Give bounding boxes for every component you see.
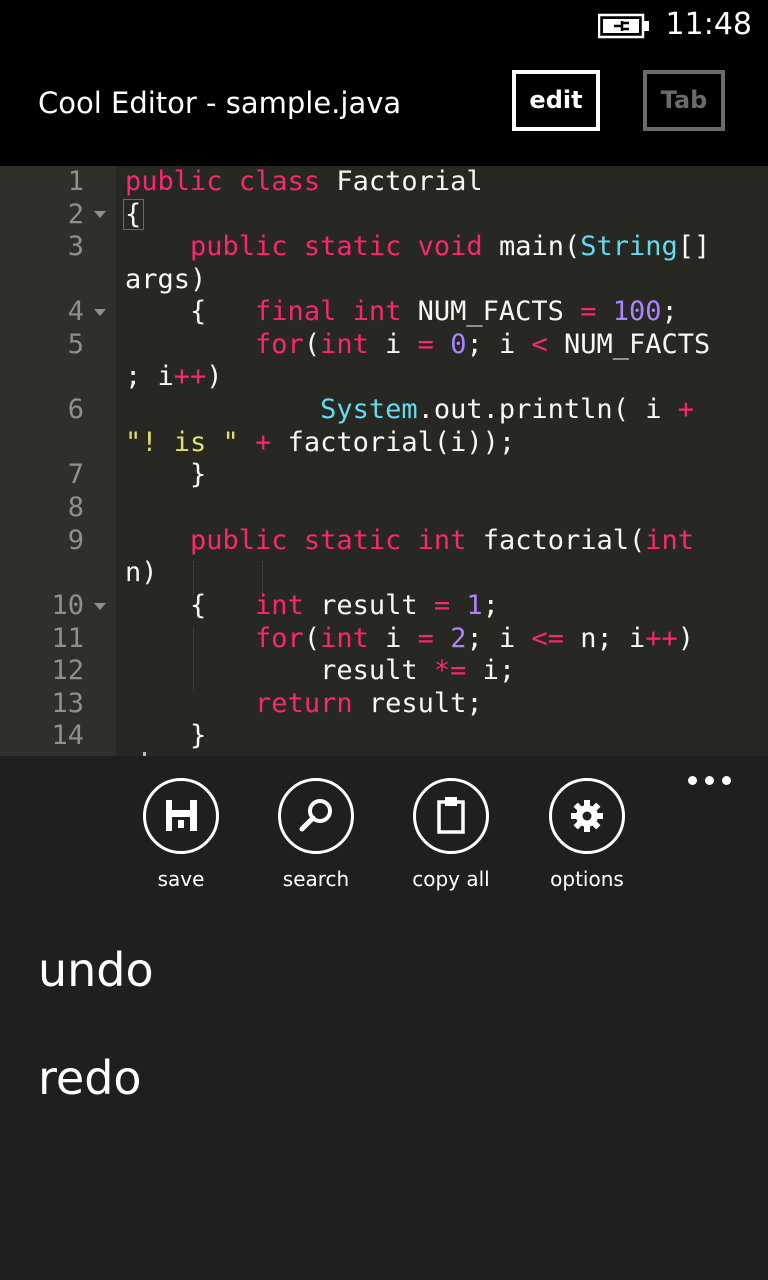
fold-arrow-icon[interactable]	[94, 603, 106, 610]
line-number: 9	[67, 525, 84, 556]
copy-all-button-circle	[413, 778, 489, 854]
code-line: result *= i;	[125, 655, 516, 686]
save-button[interactable]: save	[120, 778, 240, 898]
line-number: 14	[51, 720, 84, 751]
code-line: System.out.println( i +	[320, 394, 694, 425]
code-line: n)	[125, 557, 158, 588]
code-line: }	[125, 459, 207, 490]
tab-button[interactable]: Tab	[643, 70, 725, 131]
line-number: 10	[51, 590, 84, 621]
line-number: 11	[51, 623, 84, 654]
code-line: for(int i = 0; i < NUM_FACTS	[255, 329, 711, 360]
save-icon	[166, 800, 197, 831]
line-number: 7	[67, 459, 84, 490]
search-button-circle	[278, 778, 354, 854]
code-line: return result;	[255, 688, 483, 719]
more-icon[interactable]	[688, 776, 732, 786]
save-label: save	[157, 867, 205, 891]
line-number: 3	[67, 231, 84, 262]
line-number-gutter: 1 2 3 4 5 6 7 8 9 10 11 12 13 14	[0, 166, 116, 756]
header: Cool Editor - sample.java edit Tab	[0, 50, 768, 166]
battery-charging-icon	[598, 13, 649, 39]
options-button-circle	[549, 778, 625, 854]
clipboard-icon	[437, 797, 465, 834]
page-title: Cool Editor - sample.java	[38, 86, 402, 120]
status-bar: 11:48	[0, 0, 768, 50]
search-button[interactable]: search	[255, 778, 375, 898]
menu-item-undo[interactable]: undo	[38, 942, 154, 998]
code-line: }	[125, 720, 207, 751]
code-line: {	[125, 199, 142, 230]
code-line: args)	[125, 264, 207, 295]
menu-item-redo[interactable]: redo	[38, 1050, 142, 1106]
line-number: 8	[67, 492, 84, 523]
code-line: public class Factorial	[125, 166, 483, 197]
code-line: "! is " + factorial(i));	[125, 427, 516, 458]
line-number: 1	[67, 166, 84, 197]
line-number: 6	[67, 394, 84, 425]
code-line: public static int factorial(int	[190, 525, 695, 556]
code-line: ; i++)	[125, 361, 223, 392]
line-number: 13	[51, 688, 84, 719]
save-button-circle	[143, 778, 219, 854]
code-line: public static void main(String[]	[190, 231, 711, 262]
gear-icon	[571, 800, 603, 832]
edit-button[interactable]: edit	[512, 70, 600, 131]
copy-all-button[interactable]: copy all	[390, 778, 510, 898]
fold-arrow-icon[interactable]	[94, 309, 106, 316]
code-line: { final int NUM_FACTS = 100;	[125, 296, 678, 327]
code-line: for(int i = 2; i <= n; i++)	[255, 623, 695, 654]
line-number: 4	[67, 296, 84, 327]
code-editor[interactable]: 1 2 3 4 5 6 7 8 9 10 11 12 13 14 public …	[0, 166, 768, 756]
application-bar: save search copy all options undo redo	[0, 756, 768, 1280]
search-label: search	[282, 867, 350, 891]
line-number: 2	[67, 199, 84, 230]
fold-arrow-icon[interactable]	[94, 211, 106, 218]
options-button[interactable]: options	[526, 778, 646, 898]
line-number: 12	[51, 655, 84, 686]
clock: 11:48	[665, 7, 752, 42]
code-line: { int result = 1;	[125, 590, 499, 621]
search-icon	[299, 799, 332, 832]
copy-all-label: copy all	[412, 867, 490, 891]
line-number: 5	[67, 329, 84, 360]
options-label: options	[550, 867, 624, 891]
